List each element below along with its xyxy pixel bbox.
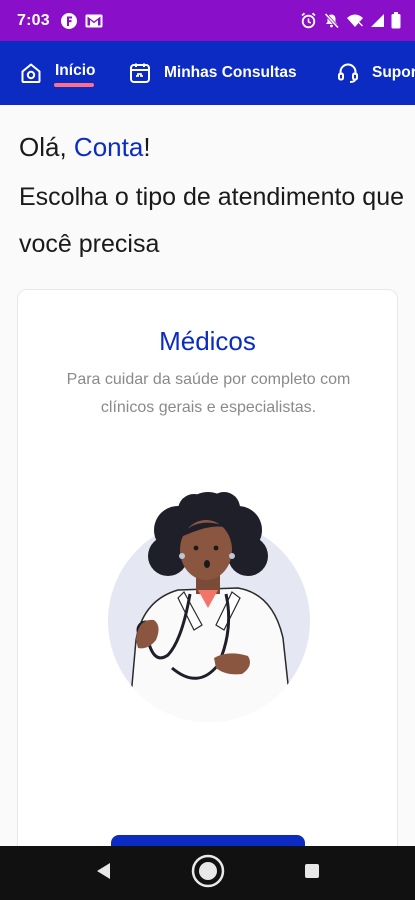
- doctor-illustration: [108, 492, 310, 722]
- back-button[interactable]: [78, 846, 128, 900]
- battery-icon: [391, 12, 401, 29]
- alarm-icon: [300, 12, 317, 29]
- signal-icon: [370, 13, 385, 28]
- greeting-suffix: !: [143, 132, 151, 162]
- mute-icon: [323, 12, 340, 29]
- recents-button[interactable]: [287, 846, 337, 900]
- tab-inicio[interactable]: Início: [18, 41, 95, 105]
- wifi-icon: [346, 13, 364, 28]
- consultas-icon: [127, 60, 153, 86]
- tab-label: Início: [55, 62, 96, 79]
- user-name: Conta: [73, 132, 144, 162]
- system-navigation-bar: [0, 846, 415, 900]
- status-time: 7:03: [17, 11, 50, 29]
- greeting-prefix: Olá,: [19, 132, 74, 162]
- tab-minhas-consultas[interactable]: Minhas Consultas: [127, 41, 297, 105]
- page-subtitle: Escolha o tipo de atendimento que você p…: [19, 183, 404, 258]
- home-icon: [18, 60, 44, 86]
- app-f-icon: [60, 12, 78, 30]
- gmail-icon: [85, 14, 103, 28]
- greeting: Olá, Conta!: [19, 128, 404, 166]
- status-bar: 7:03: [0, 0, 415, 41]
- recents-square-icon: [304, 863, 320, 884]
- tab-label: Suporte: [372, 64, 415, 81]
- tab-suporte[interactable]: Suporte: [335, 41, 415, 105]
- back-triangle-icon: [94, 861, 112, 886]
- top-navigation: Início Minhas Consultas Suporte: [0, 41, 415, 105]
- card-title: Médicos: [159, 326, 256, 356]
- headset-icon: [335, 60, 361, 86]
- medicos-card[interactable]: Médicos Para cuidar da saúde por complet…: [17, 289, 398, 900]
- card-description: Para cuidar da saúde por completo com cl…: [66, 371, 351, 416]
- home-button[interactable]: [183, 846, 233, 900]
- home-circle-icon: [191, 854, 225, 893]
- active-tab-indicator: [54, 83, 94, 87]
- tab-label: Minhas Consultas: [164, 64, 297, 81]
